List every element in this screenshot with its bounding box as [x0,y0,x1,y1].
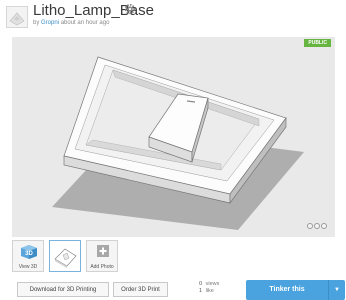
likes-label: like [205,288,214,294]
view-3d-label: View 3D [18,264,38,270]
likes-stat: 1 like [199,288,219,295]
tinker-this-button[interactable]: Tinker this ▼ [246,280,345,300]
thumbnail-strip: 3D View 3D Add Photo [12,240,118,272]
views-stat: 0 views [199,281,219,288]
order-print-button[interactable]: Order 3D Print [113,282,168,297]
add-photo-label: Add Photo [90,264,114,270]
plus-icon [97,245,109,257]
model-thumbnail[interactable] [49,240,81,272]
lamp-base-model [52,56,304,230]
gear-icon[interactable] [124,3,136,15]
zoom-icon[interactable] [314,223,320,229]
add-photo-button[interactable]: Add Photo [86,240,118,272]
view-controls[interactable] [307,223,327,229]
avatar-image [7,7,27,27]
rotate-left-icon[interactable] [307,223,313,229]
byline: by Gropni about an hour ago [33,19,109,27]
stats: 0 views 1 like [199,281,219,295]
cube-3d-icon: 3D [21,245,37,259]
author-link[interactable]: Gropni [41,20,59,26]
action-bar: Download for 3D Printing Order 3D Print … [12,280,345,300]
thing-header: Litho_Lamp_Base by Gropni about an hour … [0,0,346,30]
views-count: 0 [199,281,203,287]
model-thumbnail-image [54,248,77,268]
views-label: views [205,281,220,287]
public-badge: PUBLIC [304,39,331,47]
download-button[interactable]: Download for 3D Printing [17,282,109,297]
model-viewer[interactable]: PUBLIC [12,37,335,237]
timestamp: about an hour ago [60,20,110,26]
avatar[interactable] [6,6,28,28]
chevron-down-icon[interactable]: ▼ [328,280,345,300]
by-label: by [33,20,40,26]
svg-text:3D: 3D [25,251,33,257]
view-3d-button[interactable]: 3D View 3D [12,240,44,272]
likes-count: 1 [199,288,203,294]
rotate-right-icon[interactable] [321,223,327,229]
tinker-this-label: Tinker this [269,286,305,293]
